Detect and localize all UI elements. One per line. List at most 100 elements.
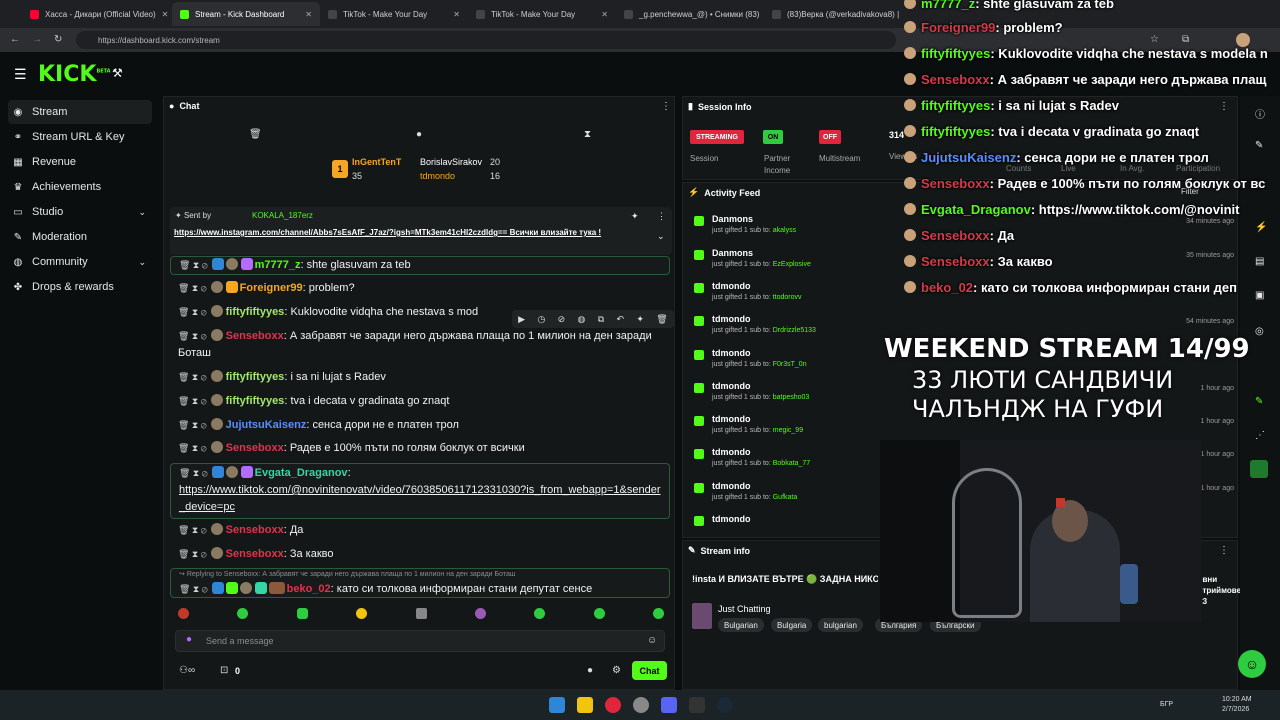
clipboard-icon[interactable]: ▤ xyxy=(1255,256,1264,267)
browser-tab[interactable]: (83)Верка (@verkadivakova8) | Ti... xyxy=(764,2,900,26)
activity-username[interactable]: tdmondo xyxy=(712,514,751,524)
sidebar-item-stream[interactable]: ◉ Stream xyxy=(8,100,152,124)
chat-username[interactable]: Senseboxx xyxy=(226,524,284,536)
discord-icon[interactable] xyxy=(661,697,677,713)
send-chat-button[interactable]: Chat xyxy=(632,661,667,680)
activity-username[interactable]: tdmondo xyxy=(712,281,751,291)
user-settings-icon[interactable]: ⚇∞ xyxy=(179,665,195,676)
emote-icon[interactable] xyxy=(415,608,427,619)
chevron-down-icon[interactable]: ⌄ xyxy=(657,231,665,242)
chrome-icon[interactable] xyxy=(605,697,621,713)
obs-icon[interactable] xyxy=(633,697,649,713)
browser-tab-active[interactable]: Stream - Kick Dashboard ✕ xyxy=(172,2,320,26)
activity-username[interactable]: Danmons xyxy=(712,248,753,258)
activity-username[interactable]: tdmondo xyxy=(712,481,751,491)
chat-username[interactable]: fiftyfiftyyes xyxy=(226,306,285,318)
chat-message-reply[interactable]: ↪ Replying to Senseboxx: А забравят че з… xyxy=(170,568,670,598)
close-icon[interactable]: ✕ xyxy=(595,10,608,19)
chat-mode-icon[interactable]: ● xyxy=(416,129,422,140)
tag-pill[interactable]: Bulgaria xyxy=(771,618,813,632)
share-icon[interactable]: ⋰ xyxy=(1255,430,1265,441)
bolt-icon[interactable]: ⚡ xyxy=(1255,222,1267,233)
more-options-icon[interactable]: ⋮ xyxy=(657,211,666,222)
ban-icon[interactable]: ⊘ xyxy=(558,314,566,325)
activity-username[interactable]: tdmondo xyxy=(712,414,751,424)
play-icon[interactable]: ▶ xyxy=(518,314,525,325)
emote-icon[interactable] xyxy=(237,608,249,619)
sidebar-item-studio[interactable]: ▭ Studio ⌄ xyxy=(8,200,152,224)
sidebar-item-community[interactable]: ◍ Community ⌄ xyxy=(8,250,152,274)
copy-icon[interactable]: ⧉ xyxy=(598,314,604,325)
close-icon[interactable]: ✕ xyxy=(447,10,460,19)
clock-time[interactable]: 10:20 AM xyxy=(1222,696,1252,703)
emote-icon[interactable] xyxy=(356,608,368,619)
chat-message[interactable]: 🗑 ⧗ ⊘ m7777_z: shte glasuvam za teb xyxy=(170,256,670,275)
chat-username[interactable]: Senseboxx xyxy=(226,442,284,454)
pin-icon[interactable]: ✦ xyxy=(636,314,644,325)
chat-username[interactable]: Senseboxx xyxy=(226,330,284,342)
chat-username[interactable]: Evgata_Draganov xyxy=(255,467,348,479)
language-indicator[interactable]: БГР xyxy=(1160,701,1173,708)
support-icon[interactable]: ☺ xyxy=(1238,650,1266,678)
activity-target[interactable]: F0r3sT_0n xyxy=(773,361,807,368)
emote-icon[interactable] xyxy=(474,608,486,619)
chat-message[interactable]: 🗑 ⧗ ⊘ fiftyfiftyyes: i sa ni lujat s Rade… xyxy=(170,369,670,386)
browser-tab[interactable]: TikTok - Make Your Day ✕ xyxy=(320,2,468,26)
kick-logo[interactable]: KICKBETA xyxy=(38,62,111,87)
emote-icon[interactable] xyxy=(178,608,189,619)
trash-icon[interactable]: 🗑 xyxy=(249,129,262,140)
chat-username[interactable]: fiftyfiftyyes xyxy=(226,371,285,383)
sidebar-item-stream-url[interactable]: ⚭ Stream URL & Key xyxy=(8,125,152,149)
extensions-icon[interactable]: ⧉ xyxy=(1182,34,1189,45)
category-name[interactable]: Just Chatting xyxy=(718,604,771,614)
more-options-icon[interactable]: ⋮ xyxy=(1219,101,1229,112)
chat-username[interactable]: m7777_z xyxy=(255,259,301,271)
bookmark-star-icon[interactable]: ☆ xyxy=(1150,34,1159,45)
profile-avatar[interactable] xyxy=(1236,33,1250,47)
windows-start-icon[interactable] xyxy=(549,697,565,713)
chat-link[interactable]: https://www.tiktok.com/@novinitenovatv/v… xyxy=(179,484,661,513)
pinned-text[interactable]: https://www.instagram.com/channel/Abbs7s… xyxy=(174,227,654,239)
chat-message[interactable]: 🗑 ⧗ ⊘ fiftyfiftyyes: Kuklovodite vidqha c… xyxy=(170,304,510,321)
forward-icon[interactable]: → xyxy=(32,34,42,45)
chat-username[interactable]: JujutsuKaisenz xyxy=(226,419,307,431)
activity-username[interactable]: tdmondo xyxy=(712,348,751,358)
chat-message[interactable]: 🗑 ⧗ ⊘ Senseboxx: А забравят че заради нег… xyxy=(170,328,656,362)
chat-message[interactable]: 🗑 ⧗ ⊘ Senseboxx: За какво xyxy=(170,546,670,563)
broadcast-icon[interactable]: ◎ xyxy=(1255,326,1264,337)
close-icon[interactable]: ✕ xyxy=(299,10,312,19)
activity-username[interactable]: tdmondo xyxy=(712,381,751,391)
close-icon[interactable]: ✕ xyxy=(156,10,169,19)
chat-message[interactable]: 🗑 ⧗ ⊘ Senseboxx: Радев е 100% пъти по гол… xyxy=(170,440,670,457)
slow-mode-icon[interactable]: ⧗ xyxy=(584,129,591,140)
emote-icon[interactable] xyxy=(593,608,605,619)
reply-icon[interactable]: ◍ xyxy=(578,314,586,325)
unpin-icon[interactable]: ✦ xyxy=(631,211,639,222)
activity-target[interactable]: Bobkata_77 xyxy=(773,460,810,467)
hammer-icon[interactable]: ⚒ xyxy=(112,66,123,80)
chat-username[interactable]: beko_02 xyxy=(287,583,331,595)
emote-icon[interactable] xyxy=(296,608,308,619)
url-field[interactable]: https://dashboard.kick.com/stream xyxy=(76,31,896,49)
browser-tab[interactable]: TikTok - Make Your Day ✕ xyxy=(468,2,616,26)
activity-target[interactable]: Drdrizzle5133 xyxy=(773,327,816,334)
activity-username[interactable]: tdmondo xyxy=(712,447,751,457)
activity-username[interactable]: tdmondo xyxy=(712,314,751,324)
browser-tab[interactable]: Хасса - Дикари (Official Video) ✕ xyxy=(22,2,172,26)
chat-message[interactable]: 🗑 ⧗ ⊘ Senseboxx: Да xyxy=(170,522,670,539)
activity-target[interactable]: megic_99 xyxy=(773,427,803,434)
chat-username[interactable]: fiftyfiftyyes xyxy=(226,395,285,407)
chat-username[interactable]: Senseboxx xyxy=(226,548,284,560)
delete-icon[interactable]: 🗑 xyxy=(656,314,667,325)
browser-tab[interactable]: _g.penchewwa_@) • Снимки (83)✕ xyxy=(616,2,764,26)
emoji-icon[interactable]: ☺ xyxy=(647,635,657,646)
chat-username[interactable]: Foreigner99 xyxy=(240,282,303,294)
chat-message[interactable]: 🗑 ⧗ ⊘ JujutsuKaisenz: сенса дори не е пла… xyxy=(170,417,670,434)
activity-target[interactable]: Gufkata xyxy=(773,494,798,501)
back-icon[interactable]: ← xyxy=(10,34,20,45)
chat-bubble-icon[interactable]: ● xyxy=(587,665,593,676)
activity-target[interactable]: batpesho03 xyxy=(773,394,810,401)
activity-target[interactable]: ttodorovv xyxy=(773,294,802,301)
microphone-icon[interactable]: ● xyxy=(186,634,192,645)
sidebar-item-revenue[interactable]: ▦ Revenue xyxy=(8,150,152,174)
